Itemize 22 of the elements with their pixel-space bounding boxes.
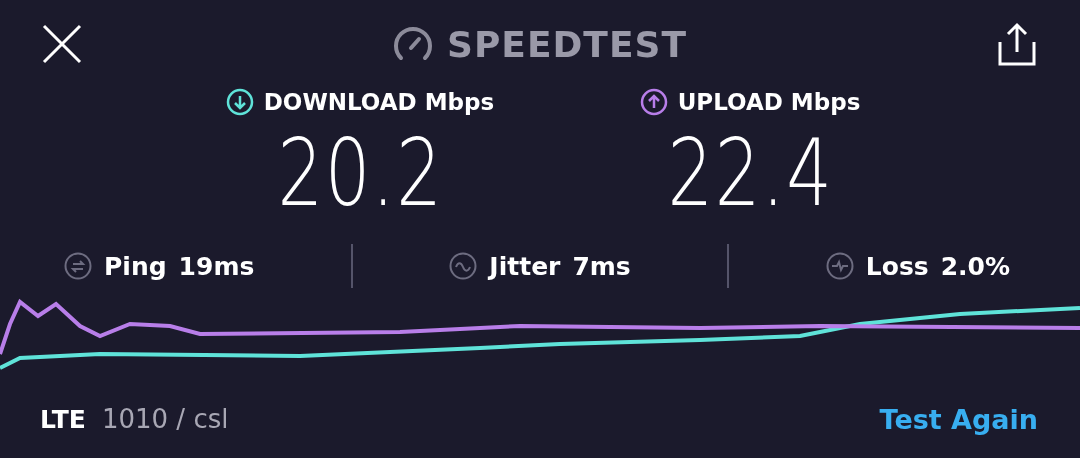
result-label: DOWNLOAD Mbps: [263, 89, 495, 115]
result-label: UPLOAD Mbps: [677, 89, 861, 115]
test-again-button[interactable]: Test Again: [879, 403, 1038, 435]
jitter-icon: [449, 252, 478, 280]
gauge-icon: [393, 26, 433, 62]
carrier-name: 1010 / csl: [101, 404, 229, 434]
network-type: LTE: [40, 404, 86, 434]
close-button[interactable]: [40, 22, 84, 66]
loss-icon: [825, 252, 854, 280]
close-icon: [40, 22, 84, 66]
stat-value: 19ms: [178, 251, 255, 281]
result-value: 20.2: [277, 128, 443, 220]
stat-label: Jitter: [489, 251, 561, 281]
share-button[interactable]: [996, 22, 1038, 66]
ping-icon: [64, 252, 92, 280]
stat-label: Ping: [104, 251, 167, 281]
result-value: 22.4: [667, 128, 833, 220]
stat-label: Loss: [865, 251, 929, 281]
stat-value: 7ms: [572, 251, 631, 281]
app-title: SPEEDTEST: [447, 23, 687, 65]
share-icon: [996, 22, 1038, 66]
stat-value: 2.0%: [940, 251, 1010, 281]
